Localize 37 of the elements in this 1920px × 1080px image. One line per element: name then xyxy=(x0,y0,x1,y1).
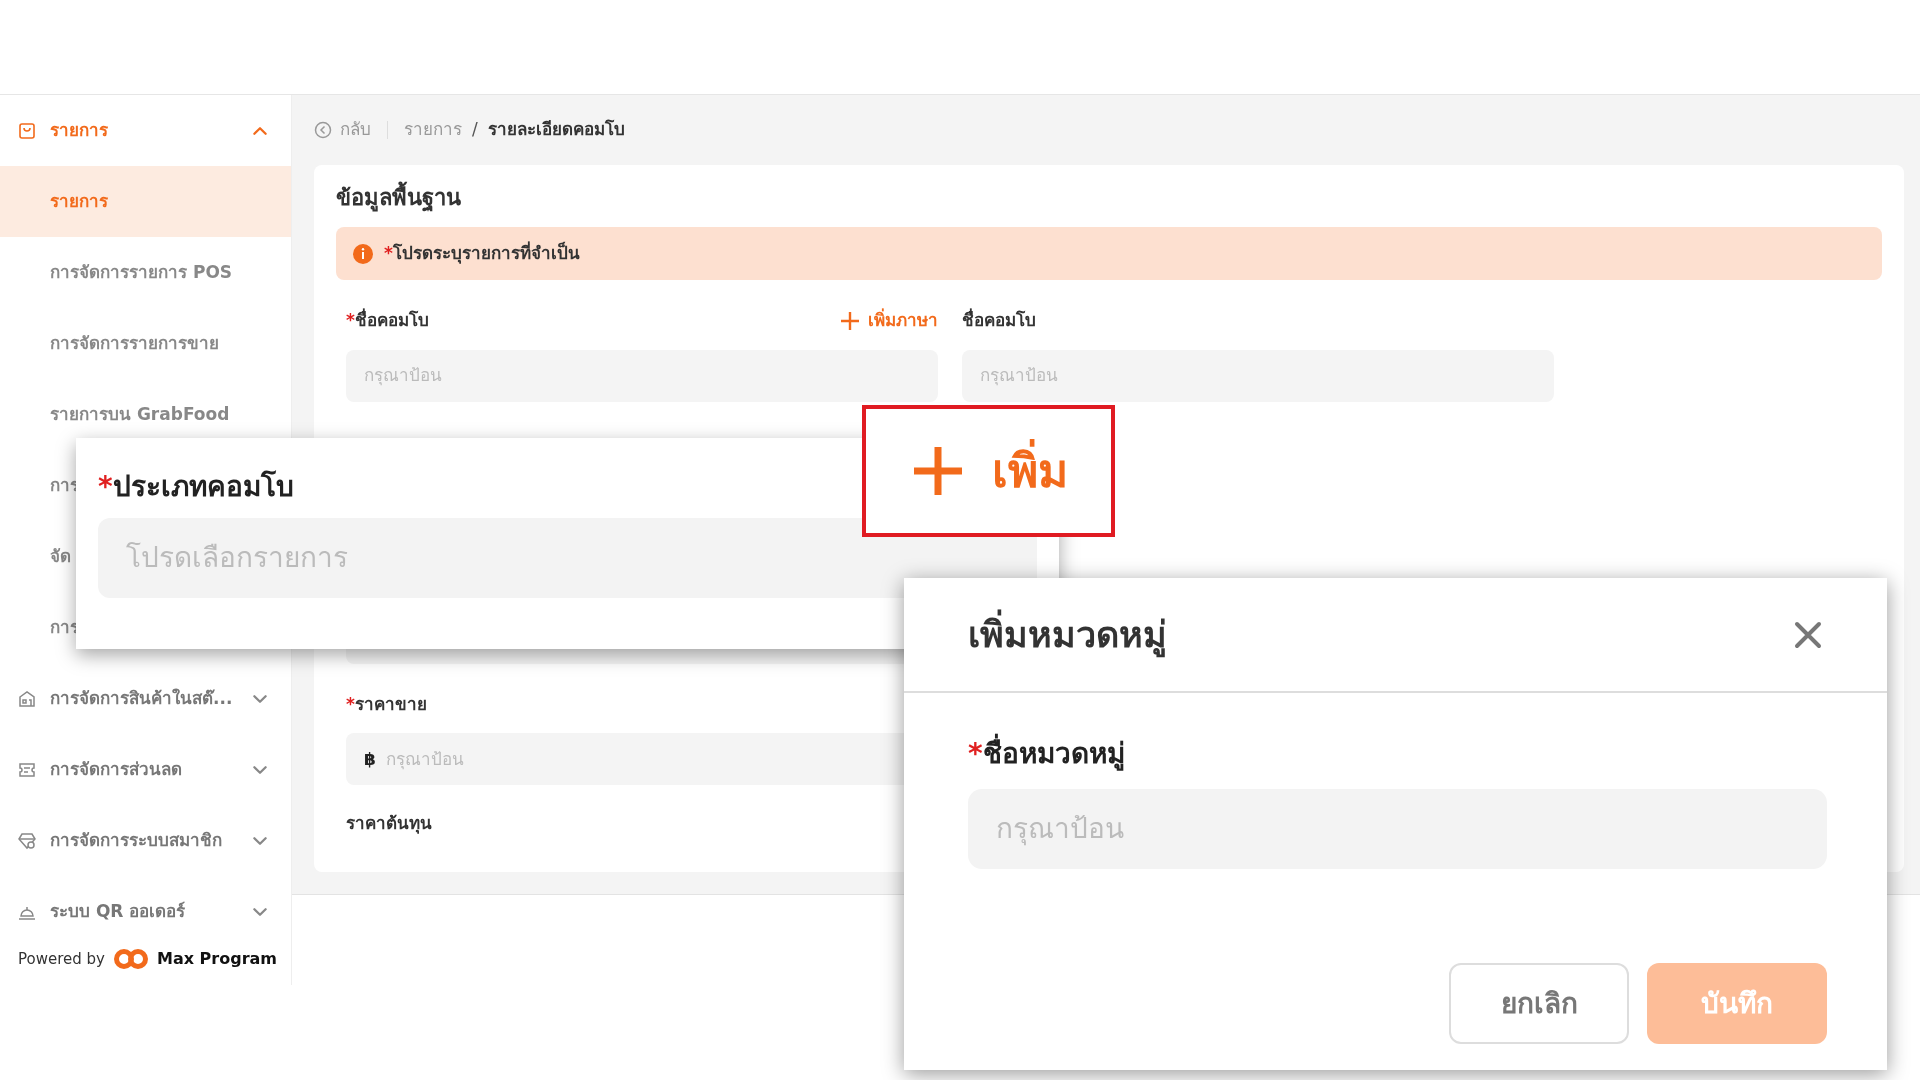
menu-item[interactable]: การจัดการรายการ POS xyxy=(0,237,291,308)
field-label: *ชื่อคอมโบ xyxy=(346,308,429,333)
menu-group-item[interactable]: รายการ xyxy=(50,117,237,144)
breadcrumb-separator: / xyxy=(472,118,478,142)
logo-icon xyxy=(112,947,149,971)
brand-name: Max Program xyxy=(156,948,277,970)
menu-group-item[interactable]: การจัดการส่วนลด xyxy=(50,756,237,783)
ticket-icon xyxy=(18,760,36,779)
cancel-button[interactable]: ยกเลิก xyxy=(1449,963,1629,1044)
add-language-link[interactable]: เพิ่มภาษา xyxy=(840,308,938,334)
back-link[interactable]: กลับ xyxy=(314,117,371,143)
field-label: *ประเภทคอมโบ xyxy=(98,470,294,503)
field-label: ราคาต้นทุน xyxy=(346,813,432,834)
menu-group-item[interactable]: การจัดการสินค้าในสต๊... xyxy=(50,685,237,712)
back-icon[interactable] xyxy=(314,121,332,139)
placeholder-text: กรุณาป้อน xyxy=(385,747,464,772)
add-button[interactable]: เพิ่ม xyxy=(862,405,1115,537)
modal-title: เพิ่มหมวดหมู่ xyxy=(968,607,1167,662)
menu-item[interactable]: การจัดการรายการขาย xyxy=(0,308,291,379)
breadcrumb-link[interactable]: รายการ xyxy=(404,117,462,143)
menu-item[interactable]: รายการ xyxy=(0,166,291,237)
field-label: *ราคาขาย xyxy=(346,692,428,716)
input-field[interactable]: กรุณาป้อน xyxy=(962,349,1554,402)
field-label: ชื่อคอมโบ xyxy=(962,308,1036,333)
breadcrumb-current: รายละเอียดคอมโบ xyxy=(487,118,625,142)
diamond-icon xyxy=(18,831,36,850)
menu-group-item[interactable]: การจัดการระบบสมาชิก xyxy=(50,827,237,854)
close-button[interactable] xyxy=(1793,619,1823,650)
currency-prefix: ฿ xyxy=(364,747,376,771)
input-field[interactable]: กรุณาป้อน xyxy=(346,349,938,402)
plus-icon[interactable] xyxy=(840,311,860,332)
powered-by-text: Powered by xyxy=(18,948,105,970)
alert-text: *โปรดระบุรายการที่จำเป็น xyxy=(384,241,580,266)
bag-icon xyxy=(18,121,36,140)
menu-group-item[interactable]: ระบบ QR ออเดอร์ xyxy=(50,898,237,925)
store-icon xyxy=(18,689,36,708)
info-icon xyxy=(352,242,374,265)
